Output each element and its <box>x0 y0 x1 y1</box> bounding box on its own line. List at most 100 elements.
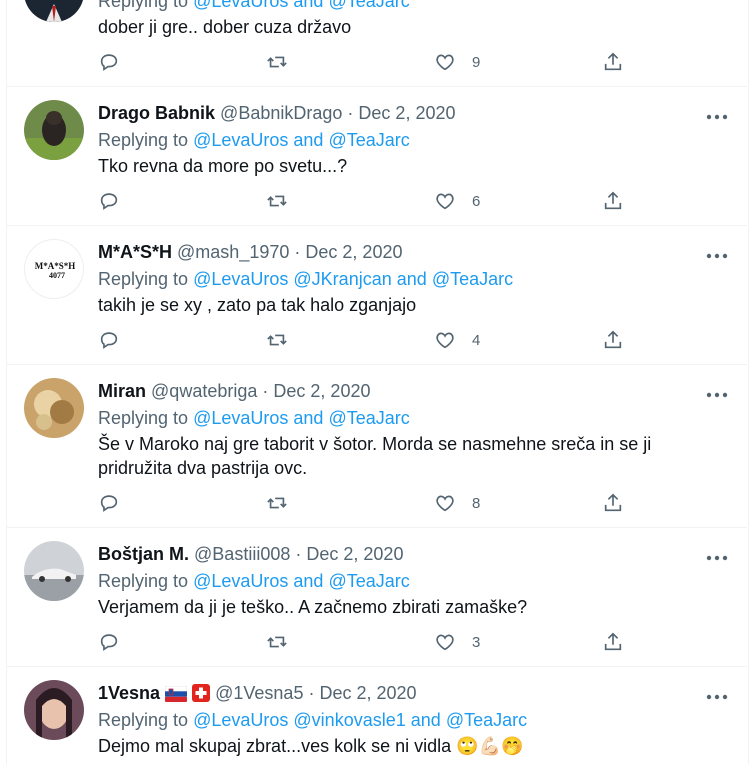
reply-icon <box>98 329 120 351</box>
tweet-text: Verjamem da ji je teško.. A začnemo zbir… <box>98 597 528 617</box>
handle[interactable]: @BabnikDrago <box>220 103 342 123</box>
mention-link[interactable]: @TeaJarc <box>328 0 409 11</box>
avatar[interactable] <box>24 0 84 22</box>
mention-link[interactable]: @LevaUros <box>193 130 288 150</box>
timestamp[interactable]: Dec 2, 2020 <box>305 242 402 262</box>
like-button[interactable]: 3 <box>434 630 480 654</box>
share-icon <box>602 492 624 514</box>
reply-button[interactable] <box>98 189 120 213</box>
retweet-icon <box>266 190 288 212</box>
replying-label: Replying to <box>98 269 189 289</box>
display-name[interactable]: Boštjan M. <box>98 544 189 564</box>
more-icon[interactable] <box>706 248 728 259</box>
replying-label: Replying to <box>98 710 189 730</box>
and-label: and <box>410 710 441 730</box>
mention-link[interactable]: @TeaJarc <box>446 710 527 730</box>
handle[interactable]: @mash_1970 <box>177 242 289 262</box>
share-button[interactable] <box>602 630 624 654</box>
handle[interactable]: @1Vesna5 <box>215 683 303 703</box>
separator: · <box>295 544 302 564</box>
more-icon[interactable] <box>706 387 728 398</box>
mention-link[interactable]: @LevaUros <box>193 710 288 730</box>
share-icon <box>602 51 624 73</box>
tweet-text: dober ji gre.. dober cuza državo <box>98 17 352 37</box>
like-button[interactable]: 8 <box>434 491 480 515</box>
like-count: 4 <box>472 331 481 349</box>
mention-link[interactable]: @LevaUros <box>193 408 288 428</box>
slovenia-flag-icon <box>165 686 188 702</box>
avatar[interactable] <box>24 378 84 438</box>
like-button[interactable]: 4 <box>434 328 480 352</box>
retweet-button[interactable] <box>266 491 288 515</box>
display-name[interactable]: M*A*S*H <box>98 242 172 262</box>
mention-link[interactable]: @TeaJarc <box>328 130 409 150</box>
mention-link[interactable]: @TeaJarc <box>432 269 513 289</box>
handle[interactable]: @Bastiii008 <box>194 544 290 564</box>
tweet-header: Boštjan M. @Bastiii008 · Dec 2, 2020 <box>98 544 403 565</box>
separator: · <box>347 103 354 123</box>
retweet-button[interactable] <box>266 189 288 213</box>
share-button[interactable] <box>602 50 624 74</box>
retweet-icon <box>266 631 288 653</box>
share-button[interactable] <box>602 491 624 515</box>
handle[interactable]: @qwatebriga <box>151 381 257 401</box>
avatar[interactable] <box>24 100 84 160</box>
share-button[interactable] <box>602 189 624 213</box>
tweet-text: Tko revna da more po svetu...? <box>98 156 348 176</box>
replying-to: Replying to @LevaUros and @TeaJarc <box>98 130 410 151</box>
more-icon[interactable] <box>706 109 728 120</box>
reply-button[interactable] <box>98 630 120 654</box>
display-name[interactable]: Miran <box>98 381 146 401</box>
mention-link[interactable]: @TeaJarc <box>328 571 409 591</box>
tweet-text: Dejmo mal skupaj zbrat...ves kolk se ni … <box>98 736 524 756</box>
tweet[interactable]: 1Vesna @1Vesna5 · Dec 2, 2020 Replying t… <box>6 667 747 764</box>
like-count: 3 <box>472 633 481 651</box>
retweet-button[interactable] <box>266 50 288 74</box>
replying-to: Replying to @LevaUros and @TeaJarc <box>98 571 410 592</box>
replying-label: Replying to <box>98 571 189 591</box>
more-icon[interactable] <box>706 689 728 700</box>
mention-link[interactable]: @LevaUros <box>193 571 288 591</box>
timestamp[interactable]: Dec 2, 2020 <box>319 683 416 703</box>
replying-label: Replying to <box>98 0 189 11</box>
timestamp[interactable]: Dec 2, 2020 <box>306 544 403 564</box>
share-icon <box>602 329 624 351</box>
timestamp[interactable]: Dec 2, 2020 <box>273 381 370 401</box>
and-label: and <box>293 408 324 428</box>
reply-button[interactable] <box>98 328 120 352</box>
mention-link[interactable]: @LevaUros <box>193 269 288 289</box>
and-label: and <box>293 130 324 150</box>
retweet-button[interactable] <box>266 328 288 352</box>
reply-button[interactable] <box>98 50 120 74</box>
display-name[interactable]: 1Vesna <box>98 683 160 703</box>
reply-icon <box>98 190 120 212</box>
share-icon <box>602 631 624 653</box>
avatar[interactable] <box>24 541 84 601</box>
like-button[interactable]: 9 <box>434 50 480 74</box>
avatar[interactable] <box>24 680 84 740</box>
retweet-button[interactable] <box>266 630 288 654</box>
retweet-icon <box>266 51 288 73</box>
reply-button[interactable] <box>98 491 120 515</box>
replying-to: Replying to @LevaUros @JKranjcan and @Te… <box>98 269 513 290</box>
mention-link[interactable]: @vinkovasle1 <box>293 710 405 730</box>
like-icon <box>434 329 456 351</box>
avatar-logo-text: M*A*S*H <box>35 261 76 271</box>
replying-to: Replying to @LevaUros and @TeaJarc <box>98 0 410 12</box>
mention-link[interactable]: @TeaJarc <box>328 408 409 428</box>
avatar[interactable]: M*A*S*H 4077 <box>24 239 84 299</box>
mention-link[interactable]: @JKranjcan <box>293 269 391 289</box>
timestamp[interactable]: Dec 2, 2020 <box>358 103 455 123</box>
like-icon <box>434 631 456 653</box>
reply-icon <box>98 492 120 514</box>
like-icon <box>434 51 456 73</box>
like-button[interactable]: 6 <box>434 189 480 213</box>
mention-link[interactable]: @LevaUros <box>193 0 288 11</box>
more-icon[interactable] <box>706 550 728 561</box>
separator: · <box>308 683 315 703</box>
share-button[interactable] <box>602 328 624 352</box>
replying-to: Replying to @LevaUros @vinkovasle1 and @… <box>98 710 527 731</box>
share-icon <box>602 190 624 212</box>
display-name[interactable]: Drago Babnik <box>98 103 215 123</box>
tweet-header: 1Vesna @1Vesna5 · Dec 2, 2020 <box>98 683 417 704</box>
